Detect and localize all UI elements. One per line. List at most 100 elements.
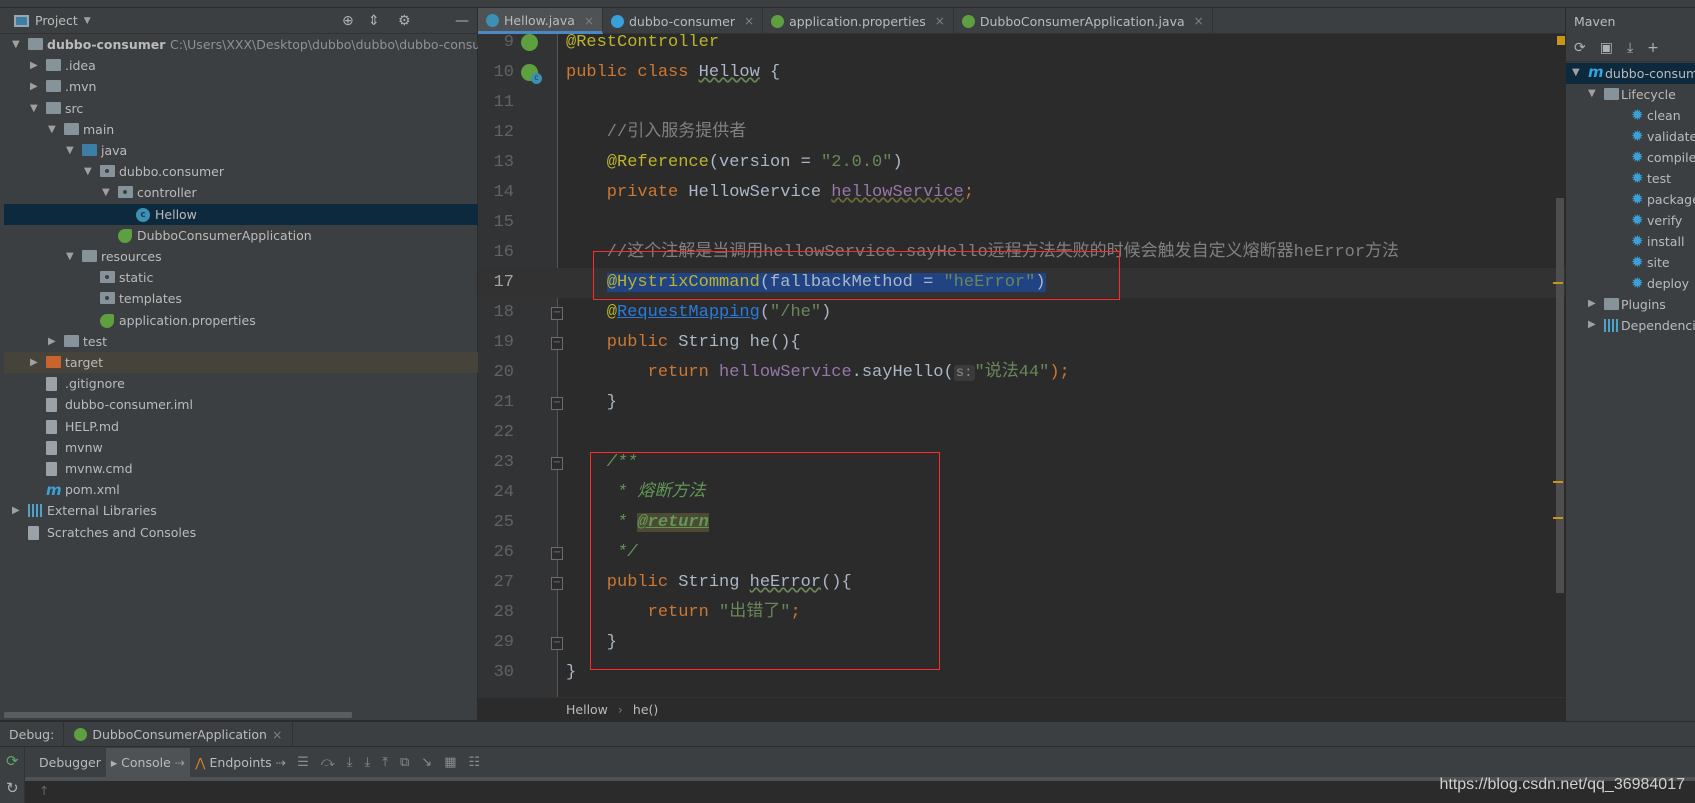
debug-session-tab[interactable]: DubboConsumerApplication × (63, 721, 294, 747)
tree-item-dubbo-consumer-iml[interactable]: dubbo-consumer.iml (4, 394, 478, 415)
maven-phase-deploy[interactable]: ✹ deploy (1566, 273, 1695, 294)
code-line[interactable]: 10 public class Hellow { (478, 58, 1565, 88)
horizontal-scrollbar[interactable] (4, 712, 352, 718)
expanded-arrow-icon[interactable]: ▼ (66, 145, 74, 156)
tree-item-target[interactable]: ▶ target (4, 352, 478, 373)
code-line[interactable]: 12 //引入服务提供者 (478, 118, 1565, 148)
maven-root[interactable]: ▼ mdubbo-consumer (1566, 63, 1695, 84)
collapsed-arrow-icon[interactable]: ▶ (30, 81, 38, 92)
tree-item-main[interactable]: ▼ main (4, 119, 478, 140)
debug-tab-endpoints[interactable]: ⋀ Endpoints ⇢ (190, 748, 291, 777)
code-line[interactable]: 13 @Reference(version = "2.0.0") (478, 148, 1565, 178)
scroll-up-icon[interactable]: ↑ (39, 783, 49, 798)
chevron-down-icon[interactable]: ▼ (84, 16, 91, 26)
add-icon[interactable]: + (1647, 40, 1659, 56)
collapsed-arrow-icon[interactable]: ▶ (1588, 319, 1596, 330)
tree-item-src[interactable]: ▼ src (4, 98, 478, 119)
expanded-arrow-icon[interactable]: ▼ (1588, 88, 1596, 99)
breadcrumb-method[interactable]: he() (633, 702, 658, 717)
tree-item-dubboconsumerapplication[interactable]: DubboConsumerApplication (4, 225, 478, 246)
tab-application-properties[interactable]: application.properties × (763, 8, 954, 34)
error-stripe-mark[interactable] (1553, 282, 1563, 284)
generate-sources-icon[interactable]: ▣ (1600, 40, 1613, 56)
code-line[interactable]: 22 (478, 418, 1565, 448)
gear-icon[interactable]: ⚙ (398, 13, 411, 29)
close-tab-icon[interactable]: × (1194, 14, 1204, 28)
tree-item-pom-xml[interactable]: m pom.xml (4, 479, 478, 500)
tree-item-mvnw-cmd[interactable]: mvnw.cmd (4, 458, 478, 479)
code-line[interactable]: 19 public String he(){ (478, 328, 1565, 358)
code-line[interactable]: 9 @RestController (478, 34, 1565, 58)
collapsed-arrow-icon[interactable]: ▶ (30, 60, 38, 71)
maven-phase-validate[interactable]: ✹ validate (1566, 126, 1695, 147)
tree-item--idea[interactable]: ▶ .idea (4, 55, 478, 76)
show-execution-point-icon[interactable]: ⤼ (321, 755, 335, 770)
pin-tab-icon[interactable]: ⇢ (175, 755, 185, 770)
code-line[interactable]: 20 return hellowService.sayHello(s: "说法44… (478, 358, 1565, 388)
menu-icon[interactable]: ☰ (297, 755, 309, 770)
collapse-all-icon[interactable]: ⇕ (368, 13, 380, 29)
restart-icon[interactable]: ↻ (6, 779, 19, 797)
tree-item-static[interactable]: static (4, 267, 478, 288)
rerun-icon[interactable]: ⟳ (6, 752, 19, 770)
collapsed-arrow-icon[interactable]: ▶ (48, 336, 56, 347)
trace-icon[interactable]: ☷ (468, 755, 480, 770)
run-to-cursor-icon[interactable]: ↘ (421, 755, 432, 770)
close-tab-icon[interactable]: × (744, 14, 754, 28)
expanded-arrow-icon[interactable]: ▼ (12, 39, 20, 50)
maven-phase-test[interactable]: ✹ test (1566, 168, 1695, 189)
reload-icon[interactable]: ⟳ (1574, 40, 1586, 56)
code-line[interactable]: 21 } (478, 388, 1565, 418)
tree-item-controller[interactable]: ▼ controller (4, 182, 478, 203)
tree-item-test[interactable]: ▶ test (4, 331, 478, 352)
pin-tab-icon[interactable]: ⇢ (276, 755, 286, 770)
maven-phase-install[interactable]: ✹ install (1566, 231, 1695, 252)
tree-item-dubbo-consumer[interactable]: ▼ dubbo.consumer (4, 161, 478, 182)
expanded-arrow-icon[interactable]: ▼ (102, 187, 110, 198)
tab-hellow-java[interactable]: Hellow.java × (478, 8, 603, 34)
tree-item-hellow[interactable]: c Hellow (4, 203, 478, 225)
tree-item-scratches-and-consoles[interactable]: Scratches and Consoles (4, 522, 478, 543)
tree-item-external-libraries[interactable]: ▶ External Libraries (4, 500, 478, 521)
maven-phase-site[interactable]: ✹ site (1566, 252, 1695, 273)
step-out-icon[interactable]: ⤒ (382, 755, 388, 770)
collapsed-arrow-icon[interactable]: ▶ (12, 505, 20, 516)
error-stripe-mark[interactable] (1553, 481, 1563, 483)
maven-phase-package[interactable]: ✹ package (1566, 189, 1695, 210)
maven-plugins[interactable]: ▶ Plugins (1566, 294, 1695, 315)
code-line[interactable]: 18 @RequestMapping("/he") (478, 298, 1565, 328)
maven-lifecycle[interactable]: ▼ Lifecycle (1566, 84, 1695, 105)
expanded-arrow-icon[interactable]: ▼ (66, 251, 74, 262)
debug-tab-console[interactable]: ▸ Console ⇢ (105, 747, 191, 777)
expanded-arrow-icon[interactable]: ▼ (1572, 67, 1580, 78)
close-tab-icon[interactable]: × (584, 14, 594, 28)
code-editor[interactable]: −−−−−−−− 9@RestController10public class … (478, 34, 1565, 697)
expanded-arrow-icon[interactable]: ▼ (30, 103, 38, 114)
maven-phase-compile[interactable]: ✹ compile (1566, 147, 1695, 168)
tab-dubbo-consumer[interactable]: dubbo-consumer × (603, 8, 764, 34)
editor-vertical-scrollbar[interactable] (1556, 198, 1564, 593)
hide-panel-icon[interactable]: — (455, 13, 469, 29)
tree-item-application-properties[interactable]: application.properties (4, 310, 478, 331)
tab-dubboconsumerapplication-java[interactable]: DubboConsumerApplication.java × (954, 8, 1213, 34)
code-line[interactable]: 15 (478, 208, 1565, 238)
collapsed-arrow-icon[interactable]: ▶ (1588, 298, 1596, 309)
maven-phase-verify[interactable]: ✹ verify (1566, 210, 1695, 231)
breadcrumb-class[interactable]: Hellow (566, 702, 608, 717)
close-icon[interactable]: × (272, 727, 282, 742)
close-tab-icon[interactable]: × (935, 14, 945, 28)
maven-phase-clean[interactable]: ✹ clean (1566, 105, 1695, 126)
warning-status-icon[interactable] (1557, 36, 1565, 45)
debug-tab-debugger[interactable]: Debugger (34, 748, 106, 777)
tree-item-resources[interactable]: ▼ resources (4, 246, 478, 267)
tree-item-help-md[interactable]: HELP.md (4, 416, 478, 437)
drop-frame-icon[interactable]: ⧉ (400, 755, 409, 770)
tree-item-templates[interactable]: templates (4, 288, 478, 309)
step-into-icon[interactable]: ⤓ (364, 755, 370, 770)
expanded-arrow-icon[interactable]: ▼ (84, 166, 92, 177)
tree-item--mvn[interactable]: ▶ .mvn (4, 76, 478, 97)
download-icon[interactable]: ⤓ (1627, 40, 1633, 56)
collapsed-arrow-icon[interactable]: ▶ (30, 357, 38, 368)
code-line[interactable]: 14 private HellowService hellowService; (478, 178, 1565, 208)
step-over-icon[interactable]: ⤓ (347, 755, 353, 770)
